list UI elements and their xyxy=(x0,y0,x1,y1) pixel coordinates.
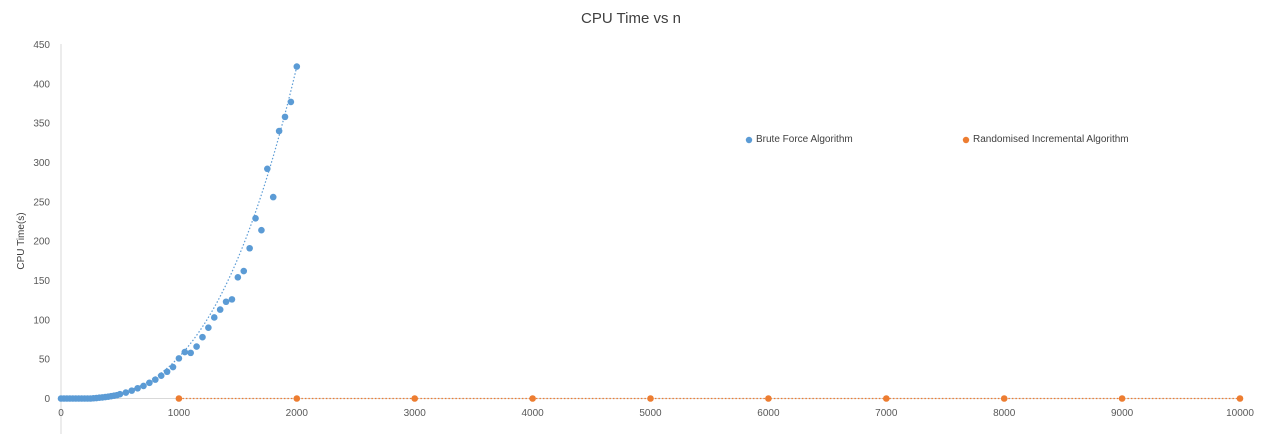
y-tick-label: 150 xyxy=(33,276,50,287)
y-tick-label: 50 xyxy=(39,355,51,366)
point-brute-force xyxy=(169,363,177,371)
point-brute-force xyxy=(152,376,159,383)
x-tick-label: 0 xyxy=(58,408,64,419)
x-tick-label: 10000 xyxy=(1226,408,1254,419)
legend: Brute Force Algorithm Randomised Increme… xyxy=(745,134,1129,145)
chart: CPU Time vs n CPU Time(s) 450 400 350 300 25… xyxy=(16,10,1254,434)
x-tick-label: 2000 xyxy=(286,408,309,419)
y-axis-title: CPU Time(s) xyxy=(16,212,27,269)
point-brute-force xyxy=(216,306,224,313)
point-randomised-incremental xyxy=(647,395,654,402)
legend-marker-randomised-incremental xyxy=(962,136,970,144)
point-brute-force xyxy=(210,314,218,321)
data-points xyxy=(57,63,1244,402)
point-brute-force xyxy=(205,324,212,332)
y-tick-label: 300 xyxy=(33,158,50,169)
point-brute-force xyxy=(128,387,136,394)
point-brute-force xyxy=(287,98,295,106)
point-brute-force xyxy=(199,333,206,341)
point-brute-force xyxy=(234,274,242,281)
y-tick-label: 400 xyxy=(33,79,50,90)
point-brute-force xyxy=(240,267,248,275)
x-tick-label: 6000 xyxy=(757,408,780,419)
chart-title: CPU Time vs n xyxy=(581,10,681,27)
point-brute-force xyxy=(140,382,147,390)
y-tick-label: 250 xyxy=(33,197,50,208)
point-randomised-incremental xyxy=(1118,395,1126,402)
y-tick-label: 100 xyxy=(33,315,50,326)
legend-label-randomised-incremental: Randomised Incremental Algorithm xyxy=(973,134,1129,145)
point-brute-force xyxy=(275,127,283,135)
point-randomised-incremental xyxy=(175,395,183,402)
point-brute-force xyxy=(175,355,183,362)
point-brute-force xyxy=(293,63,301,70)
point-randomised-incremental xyxy=(293,395,301,402)
point-brute-force xyxy=(281,113,289,121)
point-brute-force xyxy=(163,368,171,376)
y-tick-label: 0 xyxy=(44,394,50,405)
y-tick-label: 450 xyxy=(33,40,50,51)
point-brute-force xyxy=(193,343,200,350)
legend-label-brute-force: Brute Force Algorithm xyxy=(756,134,853,145)
x-tick-label: 5000 xyxy=(639,408,662,419)
point-randomised-incremental xyxy=(529,395,536,402)
point-brute-force xyxy=(258,226,265,234)
point-randomised-incremental xyxy=(765,395,772,402)
trendlines xyxy=(61,66,1240,400)
x-tick-label: 1000 xyxy=(168,408,191,419)
point-brute-force xyxy=(122,389,130,396)
x-axis-ticks: 0 1000 2000 3000 4000 5000 6000 7000 8000 9000 100… xyxy=(58,408,1254,419)
point-brute-force xyxy=(157,372,165,379)
point-randomised-incremental xyxy=(883,395,890,402)
point-randomised-incremental xyxy=(1000,395,1008,402)
point-brute-force xyxy=(181,348,189,356)
point-brute-force xyxy=(134,384,141,392)
point-brute-force xyxy=(269,193,277,201)
x-tick-label: 9000 xyxy=(1111,408,1134,419)
point-brute-force xyxy=(146,379,153,387)
point-brute-force xyxy=(187,349,194,357)
point-brute-force xyxy=(116,390,124,398)
x-tick-label: 3000 xyxy=(404,408,427,419)
x-tick-label: 8000 xyxy=(993,408,1016,419)
y-tick-label: 350 xyxy=(33,119,50,130)
point-brute-force xyxy=(228,296,236,303)
x-tick-label: 4000 xyxy=(521,408,544,419)
point-brute-force xyxy=(252,215,259,222)
y-tick-label: 200 xyxy=(33,237,50,248)
point-randomised-incremental xyxy=(411,395,419,402)
point-randomised-incremental xyxy=(1236,395,1244,402)
point-brute-force xyxy=(246,244,253,252)
x-tick-label: 7000 xyxy=(875,408,898,419)
point-brute-force xyxy=(264,165,271,173)
legend-marker-brute-force xyxy=(745,136,753,144)
point-brute-force xyxy=(222,298,230,306)
y-axis-ticks: 450400350300250200150100500-50 xyxy=(33,40,50,434)
